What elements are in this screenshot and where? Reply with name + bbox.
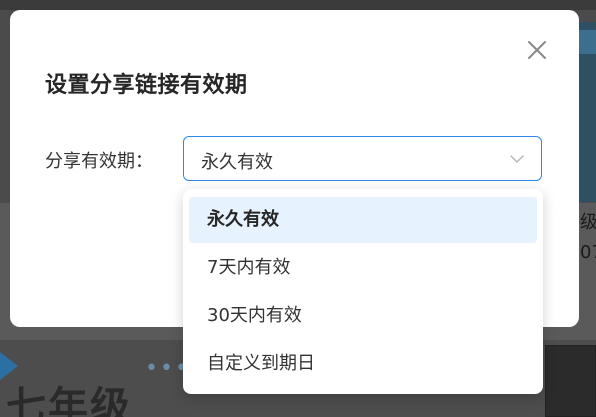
background-photo	[545, 345, 596, 417]
option-custom-date[interactable]: 自定义到期日	[189, 341, 537, 387]
background-top-strip	[0, 0, 596, 10]
option-30-days[interactable]: 30天内有效	[189, 293, 537, 339]
close-button[interactable]	[525, 38, 549, 62]
background-tag	[578, 30, 596, 54]
dialog-title: 设置分享链接有效期	[45, 73, 248, 98]
chevron-down-icon	[510, 155, 524, 163]
option-permanent[interactable]: 永久有效	[189, 197, 537, 243]
option-7-days[interactable]: 7天内有效	[189, 245, 537, 291]
background-grade-text: 七年级	[6, 384, 132, 417]
expiry-field-label: 分享有效期：	[45, 151, 153, 172]
expiry-select[interactable]: 永久有效	[183, 136, 542, 181]
expiry-select-value: 永久有效	[201, 152, 273, 173]
expiry-dropdown-menu: 永久有效 7天内有效 30天内有效 自定义到期日	[183, 189, 543, 394]
background-thumbnail	[578, 22, 596, 202]
close-icon	[528, 41, 546, 59]
background-side-text: 级07	[580, 212, 596, 263]
